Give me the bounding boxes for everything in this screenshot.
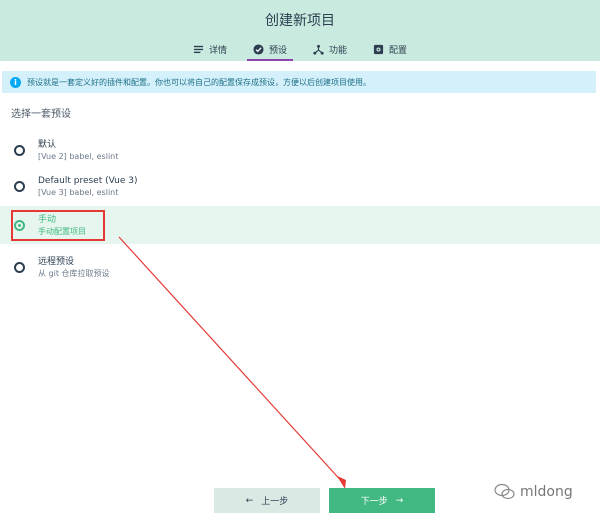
- option-desc: 手动配置项目: [38, 226, 86, 236]
- wechat-icon: [494, 483, 515, 500]
- arrow-left-icon: ←: [245, 495, 254, 506]
- option-name: Default preset (Vue 3): [38, 175, 138, 186]
- tab-config[interactable]: 配置: [367, 40, 413, 61]
- tab-bar: 详情 预设 功能 配置: [0, 40, 600, 61]
- tab-label: 配置: [389, 46, 408, 56]
- preset-option-manual[interactable]: 手动 手动配置项目: [0, 206, 600, 244]
- radio-button[interactable]: [14, 144, 25, 156]
- info-banner: i 预设就是一套定义好的插件和配置。你也可以将自己的配置保存成预设，方便以后创建…: [2, 71, 596, 93]
- preset-option-default[interactable]: 默认 [Vue 2] babel, eslint: [0, 131, 600, 169]
- info-icon: i: [10, 76, 21, 88]
- check-circle-icon: [253, 44, 264, 55]
- nodes-icon: [313, 44, 324, 55]
- tab-presets[interactable]: 预设: [246, 40, 293, 61]
- info-text: 预设就是一套定义好的插件和配置。你也可以将自己的配置保存成预设，方便以后创建项目…: [27, 77, 371, 87]
- page-title: 创建新项目: [265, 13, 335, 29]
- section-title: 选择一套预设: [11, 109, 71, 120]
- button-label: 下一步: [360, 497, 388, 507]
- radio-button-selected[interactable]: [14, 219, 25, 231]
- radio-button[interactable]: [14, 261, 25, 273]
- gear-icon: [373, 44, 384, 55]
- tab-label: 功能: [329, 46, 348, 56]
- option-name: 默认: [38, 139, 57, 150]
- next-step-button[interactable]: 下一步 →: [329, 488, 435, 513]
- preset-option-remote[interactable]: 远程预设 从 git 仓库拉取预设: [0, 248, 600, 286]
- tab-label: 预设: [268, 46, 287, 56]
- previous-step-button[interactable]: ← 上一步: [214, 488, 320, 513]
- header: 创建新项目 详情 预设 功能 配置: [0, 0, 600, 61]
- radio-button[interactable]: [14, 180, 25, 192]
- option-desc: 从 git 仓库拉取预设: [38, 268, 110, 278]
- list-icon: [193, 45, 204, 54]
- button-label: 上一步: [261, 497, 289, 507]
- tab-details[interactable]: 详情: [187, 40, 233, 61]
- tab-label: 详情: [208, 46, 227, 56]
- arrow-right-icon: →: [395, 495, 404, 506]
- option-desc: [Vue 3] babel, eslint: [38, 187, 119, 197]
- option-name: 远程预设: [38, 256, 75, 267]
- option-desc: [Vue 2] babel, eslint: [38, 151, 119, 161]
- watermark: mldong: [494, 483, 573, 501]
- watermark-text: mldong: [520, 484, 573, 500]
- option-name: 手动: [38, 214, 57, 225]
- tab-features[interactable]: 功能: [307, 40, 353, 61]
- preset-option-vue3[interactable]: Default preset (Vue 3) [Vue 3] babel, es…: [0, 167, 600, 205]
